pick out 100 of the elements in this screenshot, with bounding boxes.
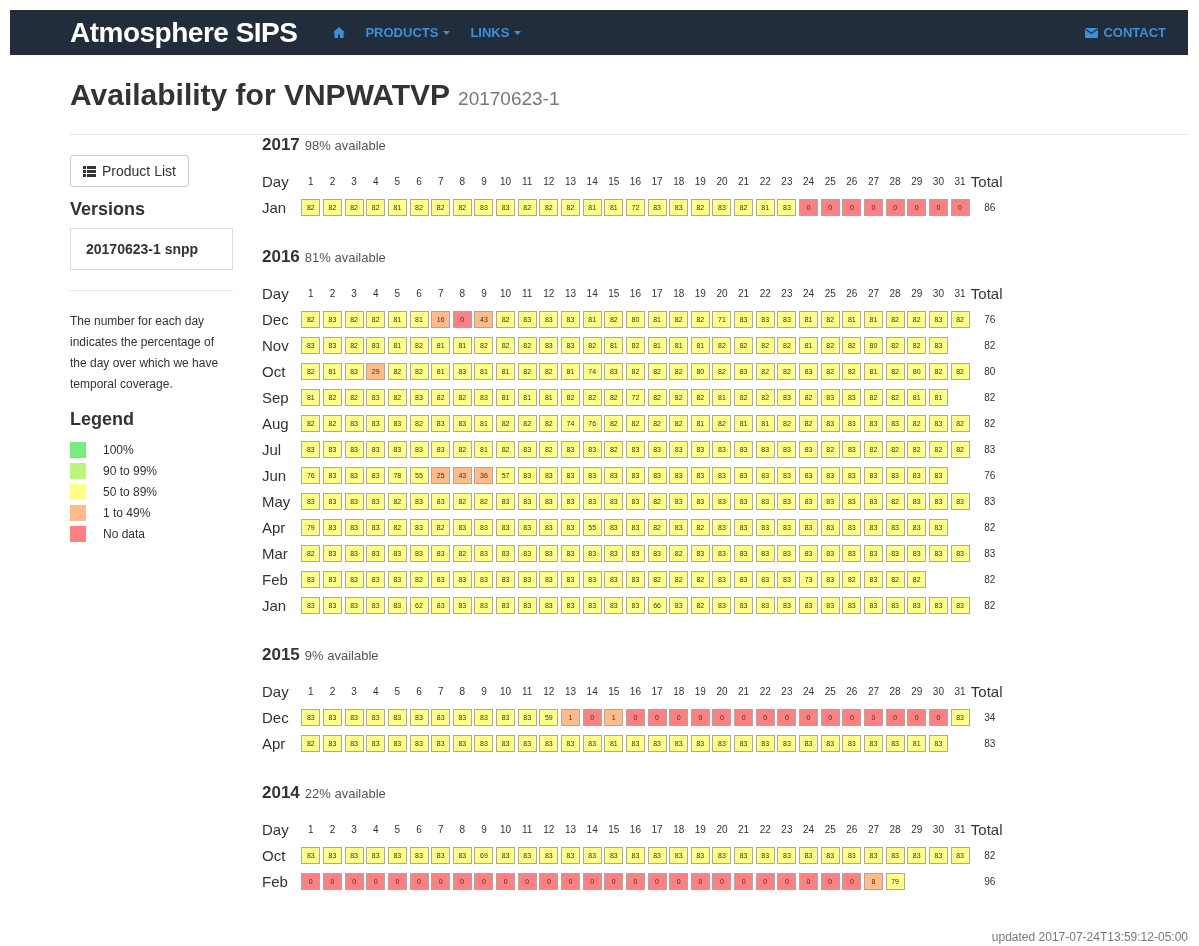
day-number: 6	[415, 823, 423, 835]
day-number: 23	[780, 823, 794, 835]
day-header: Day	[262, 820, 290, 838]
day-number: 20	[715, 175, 729, 187]
day-number: 15	[607, 287, 621, 299]
day-number: 5	[393, 287, 402, 299]
site-brand[interactable]: Atmosphere SIPS	[70, 16, 298, 49]
month-label: Feb	[262, 872, 289, 890]
total-header: Total	[970, 682, 1004, 700]
day-number: 28	[888, 685, 902, 697]
month-label: Nov	[262, 336, 290, 354]
month-label: Sep	[262, 388, 290, 406]
day-number: 17	[650, 175, 664, 187]
month-total: 82	[983, 391, 997, 403]
day-number: 24	[802, 175, 816, 187]
day-number: 22	[758, 685, 772, 697]
day-number: 1	[307, 685, 315, 697]
day-number: 16	[628, 823, 642, 835]
day-number: 28	[888, 287, 902, 299]
day-number: 6	[415, 685, 423, 697]
day-number: 14	[585, 175, 599, 187]
day-number: 12	[542, 685, 556, 697]
day-number: 13	[563, 823, 578, 835]
day-number: 14	[585, 685, 599, 697]
day-number: 2	[328, 823, 337, 835]
total-header: Total	[970, 284, 1004, 302]
month-label: May	[262, 492, 292, 510]
contact-link[interactable]: CONTACT	[1075, 19, 1176, 46]
day-number: 18	[672, 287, 686, 299]
day-number: 6	[415, 287, 423, 299]
product-list-button[interactable]: Product List	[70, 155, 189, 187]
day-number: 9	[480, 287, 488, 299]
day-number: 18	[672, 175, 686, 187]
day-number: 19	[693, 287, 707, 299]
month-total: 83	[983, 443, 997, 455]
caret-icon	[443, 30, 451, 35]
day-number: 4	[371, 823, 380, 835]
day-number: 16	[628, 287, 642, 299]
day-number: 21	[737, 685, 751, 697]
availability-label: 9% available	[304, 648, 379, 663]
month-label: Jan	[262, 596, 288, 614]
day-number: 8	[458, 685, 467, 697]
month-total: 83	[983, 547, 997, 559]
legend-label: No data	[103, 527, 146, 541]
day-number: 29	[910, 175, 924, 187]
month-total: 76	[983, 313, 997, 325]
nav-menu-link[interactable]: LINKS	[460, 19, 532, 46]
month-total: 82	[983, 599, 997, 611]
day-number: 30	[931, 175, 945, 187]
day-number: 1	[307, 823, 315, 835]
month-total: 86	[983, 201, 997, 213]
month-label: Feb	[262, 570, 289, 588]
legend-heading: Legend	[70, 409, 135, 430]
day-number: 13	[563, 287, 578, 299]
day-number: 30	[931, 685, 945, 697]
day-number: 25	[823, 823, 837, 835]
day-number: 27	[866, 685, 881, 697]
day-number: 8	[458, 287, 467, 299]
day-number: 11	[521, 287, 534, 299]
day-number: 31	[953, 287, 967, 299]
legend-label: 50 to 89%	[103, 485, 158, 499]
month-label: Apr	[262, 734, 287, 752]
day-number: 27	[866, 287, 881, 299]
day-number: 30	[931, 823, 945, 835]
day-number: 9	[480, 823, 488, 835]
month-total: 83	[983, 737, 997, 749]
nav-menu-link[interactable]: PRODUCTS	[355, 19, 461, 46]
day-header: Day	[262, 682, 290, 700]
month-total: 34	[983, 711, 997, 723]
updated-timestamp: updated 2017-07-24T13:59:12-05:00	[991, 930, 1188, 944]
year-heading: 2016	[262, 247, 300, 267]
day-number: 9	[480, 685, 488, 697]
day-number: 5	[393, 685, 402, 697]
day-number: 29	[910, 287, 924, 299]
caret-icon	[514, 30, 522, 35]
day-number: 17	[650, 685, 664, 697]
day-number: 15	[607, 685, 621, 697]
version-item[interactable]: 20170623-1 snpp	[70, 228, 233, 270]
day-number: 14	[585, 823, 599, 835]
day-number: 10	[499, 175, 513, 187]
day-number: 6	[415, 175, 423, 187]
day-number: 27	[866, 175, 881, 187]
day-number: 20	[715, 685, 729, 697]
availability-label: 22% available	[304, 786, 386, 801]
day-number: 24	[802, 823, 816, 835]
month-total: 82	[983, 417, 997, 429]
day-number: 2	[328, 287, 337, 299]
day-number: 10	[499, 685, 513, 697]
day-number: 28	[888, 175, 902, 187]
day-number: 23	[780, 287, 794, 299]
day-number: 12	[542, 287, 556, 299]
day-number: 4	[371, 175, 380, 187]
day-number: 17	[650, 823, 664, 835]
day-number: 16	[628, 175, 642, 187]
day-number: 3	[350, 175, 358, 187]
month-label: Jul	[262, 440, 283, 458]
day-number: 11	[521, 823, 534, 835]
month-total: 83	[983, 495, 997, 507]
month-total: 80	[983, 365, 997, 377]
month-label: Dec	[262, 310, 290, 328]
